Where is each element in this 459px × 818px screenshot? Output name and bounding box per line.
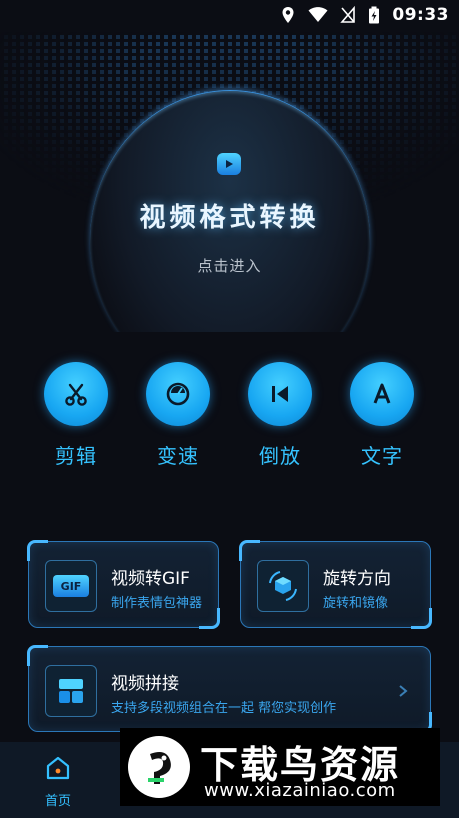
card-gif-desc: 制作表情包神器 bbox=[111, 596, 203, 611]
scissors-icon bbox=[65, 383, 87, 406]
card-rotate[interactable]: 旋转方向 旋转和镜像 bbox=[239, 540, 432, 629]
card-video-merge[interactable]: 视频拼接 支持多段视频组合在一起 帮您实现创作 bbox=[27, 645, 432, 733]
tool-text[interactable]: 文字 bbox=[350, 362, 414, 469]
gif-icon: GIF bbox=[45, 560, 97, 612]
tool-reverse[interactable]: 倒放 bbox=[248, 362, 312, 469]
tool-speed-button[interactable] bbox=[146, 362, 210, 426]
card-gif-title: 视频转GIF bbox=[111, 569, 190, 589]
location-icon bbox=[282, 7, 294, 23]
chevron-right-icon bbox=[399, 685, 408, 697]
nav-home[interactable]: 首页 bbox=[30, 754, 86, 809]
rotate-icon bbox=[257, 560, 309, 612]
gif-icon-text: GIF bbox=[60, 579, 82, 593]
watermark: 下载鸟资源 www.xiazainiao.com bbox=[120, 728, 440, 806]
tool-reverse-button[interactable] bbox=[248, 362, 312, 426]
nav-home-label: 首页 bbox=[44, 794, 71, 809]
enter-link[interactable]: 点击进入 bbox=[0, 255, 459, 276]
text-icon bbox=[373, 383, 391, 404]
rewind-icon bbox=[272, 386, 288, 402]
card-rotate-desc: 旋转和镜像 bbox=[323, 596, 389, 611]
tool-text-label: 文字 bbox=[361, 444, 403, 468]
card-rotate-title: 旋转方向 bbox=[323, 569, 391, 589]
tool-text-button[interactable] bbox=[350, 362, 414, 426]
tool-speed[interactable]: 变速 bbox=[146, 362, 210, 469]
status-icons: 09:33 bbox=[280, 5, 449, 25]
battery-charging-icon bbox=[369, 6, 380, 24]
tool-speed-label: 变速 bbox=[157, 444, 199, 468]
card-merge-desc: 支持多段视频组合在一起 帮您实现创作 bbox=[111, 701, 337, 716]
status-bar: 09:33 bbox=[0, 0, 459, 32]
hero-banner[interactable]: 视频格式转换 点击进入 bbox=[0, 32, 459, 332]
play-icon bbox=[217, 153, 241, 175]
tool-cut-button[interactable] bbox=[44, 362, 108, 426]
clock: 09:33 bbox=[392, 5, 449, 25]
bird-logo-icon bbox=[128, 736, 190, 798]
home-icon bbox=[46, 756, 70, 780]
no-signal-icon bbox=[340, 6, 356, 23]
tool-cut[interactable]: 剪辑 bbox=[44, 362, 108, 469]
speedometer-icon bbox=[166, 382, 190, 406]
hero-title[interactable]: 视频格式转换 bbox=[0, 197, 459, 234]
tool-reverse-label: 倒放 bbox=[259, 444, 301, 468]
tool-cut-label: 剪辑 bbox=[55, 444, 97, 468]
watermark-url: www.xiazainiao.com bbox=[204, 780, 396, 801]
card-video-to-gif[interactable]: GIF 视频转GIF 制作表情包神器 bbox=[27, 540, 220, 629]
merge-icon bbox=[45, 665, 97, 717]
wifi-icon bbox=[308, 7, 328, 22]
card-merge-title: 视频拼接 bbox=[111, 674, 179, 694]
